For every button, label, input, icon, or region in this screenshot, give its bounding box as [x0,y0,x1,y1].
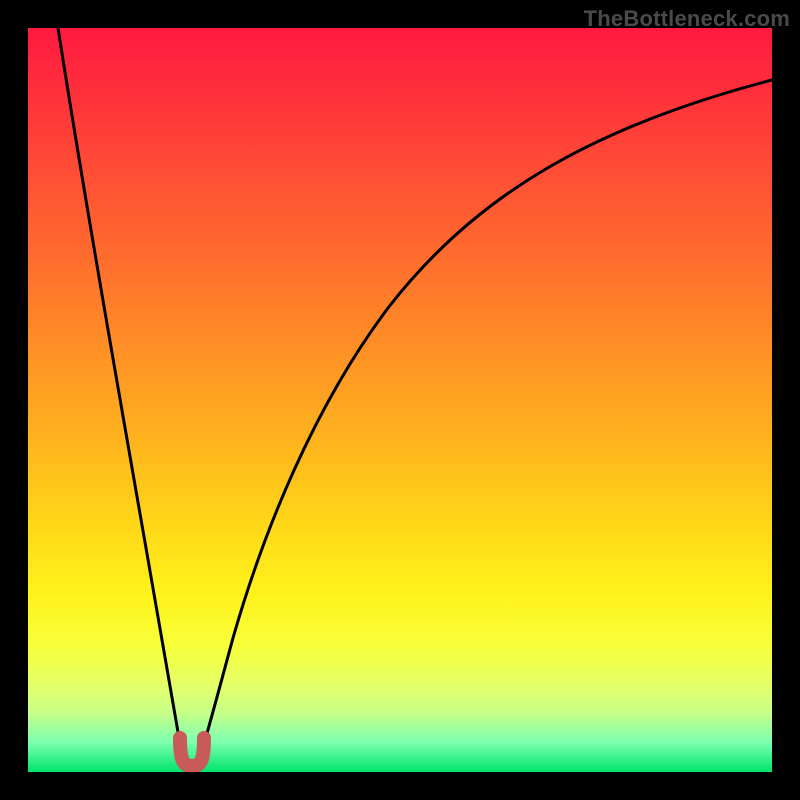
optimal-point-marker [180,738,204,766]
curve-left-branch [58,28,186,764]
watermark-text: TheBottleneck.com [584,6,790,32]
plot-area [28,28,772,772]
curve-right-branch [198,80,772,764]
curve-layer [28,28,772,772]
chart-frame: TheBottleneck.com [0,0,800,800]
